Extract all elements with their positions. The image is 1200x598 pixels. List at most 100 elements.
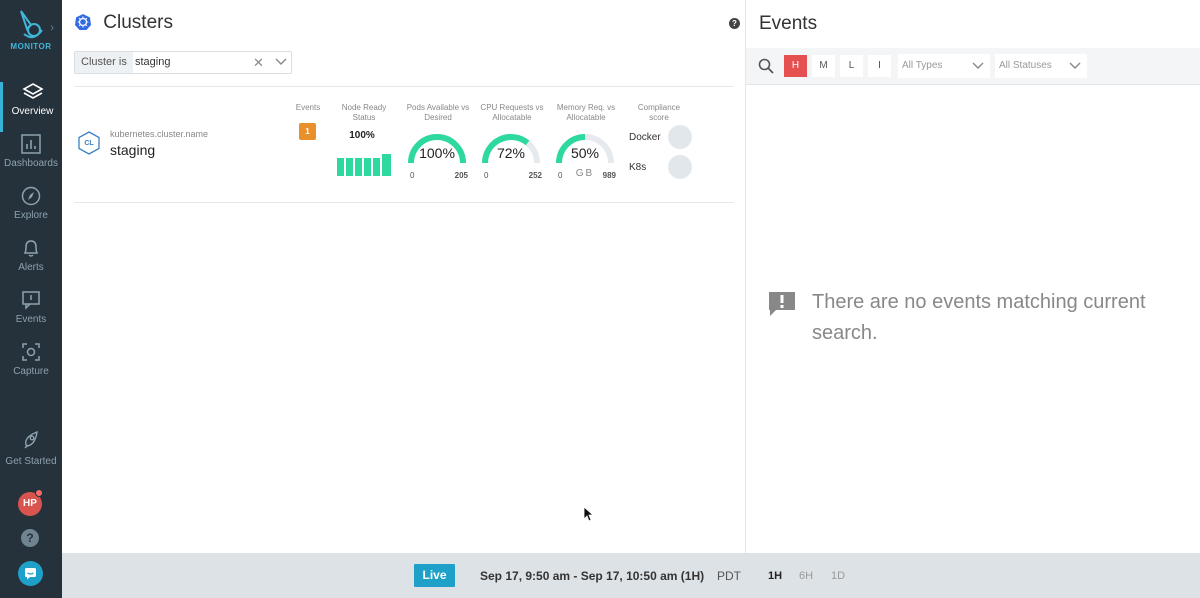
- pods-gauge-max: 205: [454, 171, 468, 180]
- get-started-button[interactable]: Get Started: [0, 428, 62, 467]
- rocket-icon: [24, 430, 38, 449]
- sidebar-item-label: Overview: [11, 106, 54, 117]
- alert-message-icon: [769, 292, 795, 316]
- pods-gauge-min: 0: [410, 171, 415, 180]
- sidebar-item-label: Dashboards: [4, 158, 58, 169]
- compliance-docker-score[interactable]: [668, 125, 692, 149]
- window-1d-button[interactable]: 1D: [831, 570, 845, 582]
- window-6h-button[interactable]: 6H: [799, 570, 813, 582]
- node-bar: [346, 158, 353, 176]
- chevron-right-icon[interactable]: ›: [50, 22, 54, 34]
- events-count-badge[interactable]: 1: [299, 123, 316, 140]
- sidebar: MONITOR › Overview Dashboards Explore Al…: [0, 0, 62, 598]
- sidebar-item-label: Events: [15, 314, 47, 325]
- page-title-text: Clusters: [103, 12, 173, 33]
- column-header-pods: Pods Available vs Desired: [406, 103, 470, 122]
- column-header-cpu: CPU Requests vs Allocatable: [480, 103, 544, 122]
- get-started-label: Get Started: [5, 456, 57, 467]
- cpu-gauge: 72% 0 252: [480, 125, 546, 180]
- sidebar-item-explore[interactable]: Explore: [0, 186, 62, 236]
- monitor-logo-icon: [20, 10, 43, 39]
- sidebar-item-capture[interactable]: Capture: [0, 342, 62, 392]
- column-header-compliance: Compliance score: [637, 103, 681, 122]
- chevron-down-icon: [1069, 62, 1081, 69]
- severity-low-button[interactable]: L: [840, 55, 863, 77]
- help-icon[interactable]: ?: [21, 529, 39, 547]
- memory-gauge: 50% GB 0 989: [554, 125, 620, 180]
- kubernetes-icon: [75, 14, 91, 30]
- node-ready-bars: [337, 154, 393, 176]
- sidebar-item-alerts[interactable]: Alerts: [0, 238, 62, 288]
- mouse-cursor-icon: [583, 506, 593, 522]
- events-title: Events: [759, 13, 818, 34]
- sidebar-item-overview[interactable]: Overview: [0, 82, 62, 132]
- search-icon[interactable]: [758, 58, 774, 74]
- notification-dot: [35, 489, 43, 497]
- node-bar: [355, 158, 362, 176]
- sidebar-item-dashboards[interactable]: Dashboards: [0, 134, 62, 184]
- clusters-panel: Clusters ? Cluster is staging ✕ CL kuber…: [62, 0, 745, 553]
- chat-button[interactable]: [18, 561, 43, 586]
- node-bar: [373, 158, 380, 176]
- severity-info-button[interactable]: I: [868, 55, 891, 77]
- events-toolbar: H M L I All Types All Statuses: [746, 48, 1200, 85]
- node-bar: [337, 158, 344, 176]
- cpu-gauge-min: 0: [484, 171, 489, 180]
- pods-gauge-value: 100%: [419, 145, 455, 161]
- column-header-memory: Memory Req. vs Allocatable: [556, 103, 616, 122]
- event-statuses-select[interactable]: All Statuses: [995, 54, 1087, 78]
- timezone-label: PDT: [717, 569, 741, 583]
- cluster-name[interactable]: staging: [110, 142, 155, 158]
- compliance-k8s-score[interactable]: [668, 155, 692, 179]
- node-bar: [364, 158, 371, 176]
- sidebar-item-label: Capture: [13, 366, 49, 377]
- cluster-filter[interactable]: Cluster is staging ✕: [74, 51, 292, 74]
- filter-value[interactable]: staging: [135, 52, 170, 73]
- empty-state-message: There are no events matching current sea…: [812, 291, 1146, 344]
- node-bar: [382, 154, 391, 176]
- memory-gauge-min: 0: [558, 171, 563, 180]
- column-header-node-ready: Node Ready Status: [341, 103, 387, 122]
- event-statuses-value: All Statuses: [999, 60, 1052, 71]
- compliance-k8s-label: K8s: [629, 162, 647, 173]
- cpu-gauge-max: 252: [528, 171, 542, 180]
- pods-gauge: 100% 0 205: [406, 125, 472, 180]
- live-button[interactable]: Live: [414, 564, 455, 587]
- bell-icon: [23, 240, 39, 257]
- compliance-docker-label: Docker: [629, 132, 661, 143]
- memory-gauge-max: 989: [602, 171, 616, 180]
- monitor-logo[interactable]: MONITOR ›: [0, 8, 62, 63]
- events-panel: Events H M L I All Types All Statuses Th…: [745, 0, 1200, 553]
- time-navigation-bar: Live Sep 17, 9:50 am - Sep 17, 10:50 am …: [62, 553, 1200, 598]
- brand-label: MONITOR: [10, 42, 52, 51]
- sidebar-item-label: Explore: [14, 210, 48, 221]
- layers-icon: [21, 83, 44, 99]
- cpu-gauge-value: 72%: [496, 145, 526, 161]
- window-1h-button[interactable]: 1H: [768, 570, 782, 582]
- time-range-label[interactable]: Sep 17, 9:50 am - Sep 17, 10:50 am (1H): [480, 569, 704, 583]
- dashboard-icon: [21, 134, 41, 154]
- cluster-badge-label: CL: [84, 140, 94, 147]
- clear-filter-icon[interactable]: ✕: [253, 52, 264, 73]
- divider: [74, 202, 734, 203]
- page-title: Clusters: [74, 12, 173, 34]
- compass-icon: [21, 186, 41, 206]
- chevron-down-icon[interactable]: [275, 57, 287, 67]
- node-ready-percent: 100%: [349, 130, 375, 141]
- events-icon: [22, 291, 40, 310]
- event-types-value: All Types: [902, 60, 943, 71]
- help-icon[interactable]: ?: [729, 18, 740, 29]
- severity-medium-button[interactable]: M: [812, 55, 835, 77]
- sidebar-item-events[interactable]: Events: [0, 290, 62, 340]
- sidebar-item-label: Alerts: [18, 262, 44, 273]
- event-types-select[interactable]: All Types: [898, 54, 990, 78]
- chevron-down-icon: [972, 62, 984, 69]
- memory-gauge-value: 50%: [570, 145, 600, 161]
- cluster-label-key: kubernetes.cluster.name: [110, 129, 209, 139]
- chat-icon: [25, 568, 36, 580]
- cluster-row[interactable]: CL kubernetes.cluster.name staging Event…: [74, 87, 734, 202]
- severity-high-button[interactable]: H: [784, 55, 807, 77]
- filter-key: Cluster is: [75, 52, 133, 73]
- capture-icon: [22, 343, 40, 361]
- column-header-events: Events: [295, 103, 321, 112]
